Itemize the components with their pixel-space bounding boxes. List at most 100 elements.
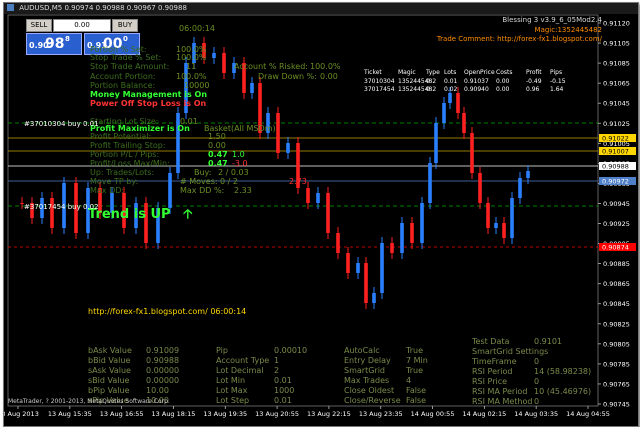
candle-body — [346, 253, 350, 273]
ticket-header: Magic — [398, 69, 416, 76]
candle-body — [428, 163, 432, 203]
price-tick-label: 0.90825 — [603, 320, 630, 328]
setting-label: TimeFrame — [472, 357, 517, 366]
candle-body — [380, 243, 384, 293]
candle-body — [222, 53, 226, 73]
ticket-cell: 1.64 — [550, 86, 564, 93]
candle-body — [326, 193, 330, 233]
buy-trades-label: Buy: — [194, 168, 212, 177]
website-line: http://forex-fx1.blogspot.com/ 06:00:14 — [88, 307, 247, 316]
window-title: AUDUSD,M5 — [19, 4, 63, 12]
price-tick-label: 0.90765 — [603, 380, 630, 388]
ticket-cell: 1352445482 — [398, 86, 437, 93]
footer-copyright: MetaTrader, ? 2001-2013, MetaQuotes Soft… — [8, 398, 170, 405]
candle-body — [478, 173, 482, 203]
header-quote: 0.90974 0.90988 0.90967 0.90988 — [64, 4, 187, 12]
setting-label: Pip — [216, 346, 228, 355]
profit-potential-value: 1.50 — [208, 132, 226, 141]
profit-trailing-value: 0.00 — [208, 141, 226, 150]
setting-value: 2 — [274, 366, 280, 375]
setting-value: 0.00000 — [146, 366, 180, 375]
ticket-header: Costs — [496, 69, 513, 76]
price-tick-label: 0.90885 — [603, 260, 630, 268]
price-axis: 0.91120 0.91105 0.91085 0.91065 0.91045 0.910… — [598, 20, 636, 409]
time-tick-label: 13 Aug 19:35 — [203, 410, 247, 418]
ea-name: Blessing 3 v3.9_6_05Mod2.4 — [502, 16, 602, 24]
setting-value: 0.90988 — [146, 356, 180, 365]
price-marker: 0.91007 — [602, 148, 629, 156]
moves-value: 0 / 2 — [220, 177, 238, 186]
ticket-cell: 0.02 — [444, 86, 458, 93]
candle-body — [316, 193, 320, 203]
time-tick-label: 13 Aug 20:55 — [255, 410, 299, 418]
setting-label: Max Trades — [344, 376, 390, 385]
price-marker: 0.90874 — [602, 244, 629, 252]
ticket-header: OpenPrice — [464, 69, 495, 76]
setting-label: Lot Min — [216, 376, 246, 385]
setting-label: RSI Price — [472, 377, 508, 386]
portion-balance-value: 10000 — [184, 81, 210, 90]
ea-info-line: Max DD: — [90, 186, 125, 195]
ticket-cell: 0.91037 — [464, 78, 489, 85]
price-tick-label: 0.90925 — [603, 220, 630, 228]
lot-size-input[interactable]: 0.00 — [53, 19, 111, 32]
setting-label: Entry Delay — [344, 356, 391, 365]
time-tick-label: 14 Aug 00:55 — [411, 410, 455, 418]
chart-window[interactable]: 0.91120 0.91105 0.91085 0.91065 0.91045 0.910… — [3, 2, 639, 427]
price-tick-label: 0.91085 — [603, 60, 630, 68]
candle-body — [250, 83, 254, 93]
price-tick-label: 0.91065 — [603, 80, 630, 88]
ticket-cell: 0.00 — [496, 78, 510, 85]
setting-label: RSI Period — [472, 367, 513, 376]
ea-info-line: Profit Potential: — [90, 132, 152, 141]
ea-timer: 06:00:14 — [179, 24, 215, 33]
moves-label: # Moves: — [180, 177, 218, 186]
candle-body — [306, 188, 310, 203]
setting-value: 4 — [406, 376, 412, 385]
setting-label: sBid Value — [88, 376, 130, 385]
candle-body — [448, 93, 452, 103]
setting-value: 0.00000 — [146, 376, 180, 385]
setting-value: 1000 — [274, 386, 295, 395]
sell-quote[interactable]: 0.90 98 8 — [26, 33, 82, 55]
price-tick-label: 0.90745 — [603, 401, 630, 409]
ticket-cell: 0 — [426, 86, 430, 93]
ticket-cell: 0.96 — [526, 86, 540, 93]
ea-info-line: Portion P/L / Pips: — [90, 150, 160, 159]
time-tick-label: 13 Aug 16:55 — [100, 410, 144, 418]
ea-info-line: Up: Trades/Lots: — [90, 168, 155, 177]
price-marker: 0.91022 — [602, 135, 629, 143]
price-tick-label: 0.90945 — [603, 200, 630, 208]
price-marker: 0.90988 — [602, 163, 629, 171]
sell-price-sup: 8 — [65, 35, 70, 43]
candle-body — [400, 223, 404, 253]
ea-info-line: Stop Trade % Set: — [90, 53, 162, 62]
sell-button[interactable]: SELL — [26, 19, 52, 32]
time-tick-label: 13 Aug 22:15 — [307, 410, 351, 418]
red-value: 2.73 — [289, 177, 307, 186]
setting-label: bBid Value — [88, 356, 131, 365]
arrow-up-icon: 🡡 — [183, 207, 193, 222]
price-tick-label: 0.90785 — [603, 360, 630, 368]
candle-body — [410, 223, 414, 243]
ticket-cell: -0.49 — [526, 78, 542, 85]
ea-info-line: Money Management is On — [90, 90, 208, 99]
ticket-cell: 37010304 — [364, 78, 395, 85]
setting-label: Account Type — [216, 356, 270, 365]
chart-icon — [7, 4, 14, 11]
setting-label: Close Oldest — [344, 386, 395, 395]
ticket-cell: 1352445482 — [398, 78, 437, 85]
ea-info-line: Portion Balance: — [90, 81, 156, 90]
pl-pips-value: 0.47 — [208, 150, 228, 159]
buy-button[interactable]: BUY — [112, 19, 138, 32]
setting-label: Test Data — [472, 337, 510, 346]
ea-comment: Trade Comment: http://forex-fx1.blogspot… — [436, 35, 602, 43]
ea-info-line: Account Portion: — [90, 72, 156, 81]
candle-body — [364, 263, 368, 303]
account-portion-value: 100.0% — [176, 72, 207, 81]
ticket-header: Ticket — [364, 69, 382, 76]
setting-value: 0 — [534, 377, 540, 386]
draw-down-label: Draw Down %: — [258, 72, 317, 81]
setting-value: 0 — [534, 397, 540, 406]
order-label: #37010304 buy 0.01 — [24, 120, 99, 128]
